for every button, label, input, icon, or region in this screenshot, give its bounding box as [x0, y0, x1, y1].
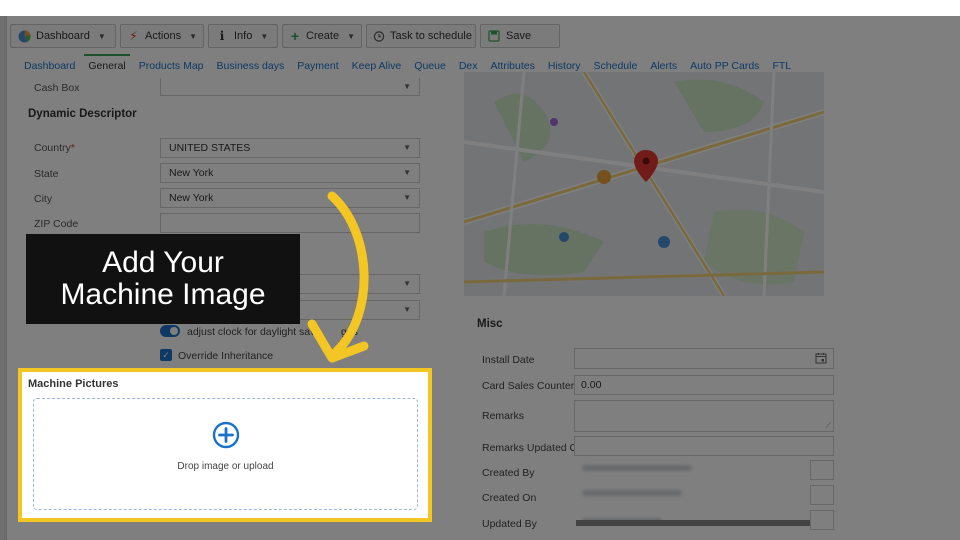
create-button-label: Create [306, 30, 340, 42]
dashboard-button[interactable]: Dashboard ▼ [10, 24, 116, 48]
tab-payment[interactable]: Payment [297, 60, 338, 78]
task-to-schedule-button[interactable]: Task to schedule [366, 24, 476, 48]
state-select[interactable]: New York ▼ [160, 163, 420, 183]
remarks-updated-on-field [574, 436, 834, 456]
misc-heading: Misc [477, 318, 503, 330]
lightning-icon: ⚡ [129, 29, 138, 43]
dashboard-icon [17, 29, 31, 43]
updated-by-field-edge [810, 510, 834, 530]
tab-keep-alive[interactable]: Keep Alive [352, 60, 402, 78]
tab-general[interactable]: General [84, 54, 131, 78]
daylight-saving-label: adjust clock for daylight savi [187, 326, 318, 338]
chevron-down-icon: ▼ [189, 31, 197, 41]
tab-products-map[interactable]: Products Map [139, 60, 204, 78]
created-on-value-redacted [582, 490, 682, 496]
country-select[interactable]: UNITED STATES ▼ [160, 138, 420, 158]
drop-image-text: Drop image or upload [177, 461, 274, 472]
left-sidebar-rail[interactable] [0, 16, 7, 540]
created-by-field-edge [810, 460, 834, 480]
dashboard-button-label: Dashboard [36, 30, 90, 42]
curved-arrow-icon [307, 191, 369, 363]
create-button[interactable]: + Create ▼ [282, 24, 362, 48]
toolbar: Dashboard ▼ ⚡ Actions ▼ i Info ▼ + Creat… [10, 24, 564, 48]
card-sales-counter-label: Card Sales Counter [482, 380, 575, 392]
country-label-text: Country [34, 142, 71, 154]
chevron-down-icon: ▼ [403, 193, 411, 202]
created-on-label: Created On [482, 492, 537, 504]
created-by-label: Created By [482, 467, 535, 479]
cash-box-select[interactable]: ▼ [160, 78, 420, 96]
actions-button-label: Actions [145, 30, 182, 42]
override-inheritance-checkbox[interactable]: ✓ [160, 349, 172, 361]
task-to-schedule-label: Task to schedule [390, 30, 472, 42]
chevron-down-icon: ▼ [403, 305, 411, 314]
resize-handle-icon[interactable]: ⟋ [825, 421, 831, 431]
plus-icon: + [290, 28, 300, 44]
zip-code-label: ZIP Code [34, 218, 79, 230]
tab-queue[interactable]: Queue [414, 60, 446, 78]
daylight-saving-toggle[interactable] [160, 325, 180, 337]
info-icon: i [219, 29, 225, 43]
city-value: New York [169, 192, 214, 204]
install-date-input[interactable] [574, 348, 834, 369]
info-button[interactable]: i Info ▼ [208, 24, 278, 48]
chevron-down-icon: ▼ [347, 31, 355, 41]
image-drop-zone[interactable]: Drop image or upload [33, 398, 418, 510]
callout-line-2: Machine Image [60, 278, 266, 311]
created-by-value-redacted [582, 465, 692, 471]
chevron-down-icon: ▼ [403, 143, 411, 152]
map-graphic [464, 72, 824, 296]
clock-icon [373, 29, 385, 43]
machine-pictures-title: Machine Pictures [28, 378, 119, 390]
dynamic-descriptor-heading: Dynamic Descriptor [28, 108, 137, 120]
state-value: New York [169, 167, 214, 179]
state-label: State [34, 168, 59, 180]
country-label: Country* [34, 142, 75, 154]
remarks-textarea[interactable]: ⟋ [574, 400, 834, 432]
updated-by-label: Updated By [482, 518, 537, 530]
location-map[interactable] [464, 72, 824, 296]
chevron-down-icon: ▼ [403, 279, 411, 288]
machine-pictures-panel: Machine Pictures Drop image or upload [18, 368, 432, 522]
install-date-label: Install Date [482, 354, 535, 366]
cash-box-label: Cash Box [34, 82, 80, 94]
save-button-label: Save [506, 30, 532, 42]
chevron-down-icon: ▼ [97, 31, 106, 41]
chevron-down-icon: ▼ [403, 82, 411, 91]
chevron-down-icon: ▼ [403, 168, 411, 177]
city-label: City [34, 193, 53, 205]
info-button-label: Info [234, 30, 253, 42]
actions-button[interactable]: ⚡ Actions ▼ [120, 24, 204, 48]
save-button[interactable]: Save [480, 24, 560, 48]
horizontal-scrollbar[interactable] [576, 520, 810, 526]
country-value: UNITED STATES [169, 142, 251, 154]
tab-business-days[interactable]: Business days [217, 60, 285, 78]
chevron-down-icon: ▼ [260, 31, 269, 41]
calendar-icon[interactable] [815, 352, 827, 367]
upload-plus-icon[interactable] [212, 421, 240, 449]
top-strip [0, 0, 960, 16]
required-mark: * [70, 142, 75, 154]
tab-dashboard[interactable]: Dashboard [24, 60, 75, 78]
card-sales-counter-input[interactable]: 0.00 [574, 375, 834, 395]
remarks-updated-on-label: Remarks Updated On [482, 442, 584, 454]
remarks-label: Remarks [482, 410, 525, 422]
override-inheritance-label: Override Inheritance [178, 350, 274, 362]
tutorial-callout: Add Your Machine Image [26, 234, 300, 324]
floppy-disk-icon [487, 29, 501, 43]
created-on-field-edge [810, 485, 834, 505]
callout-line-1: Add Your [102, 246, 224, 279]
